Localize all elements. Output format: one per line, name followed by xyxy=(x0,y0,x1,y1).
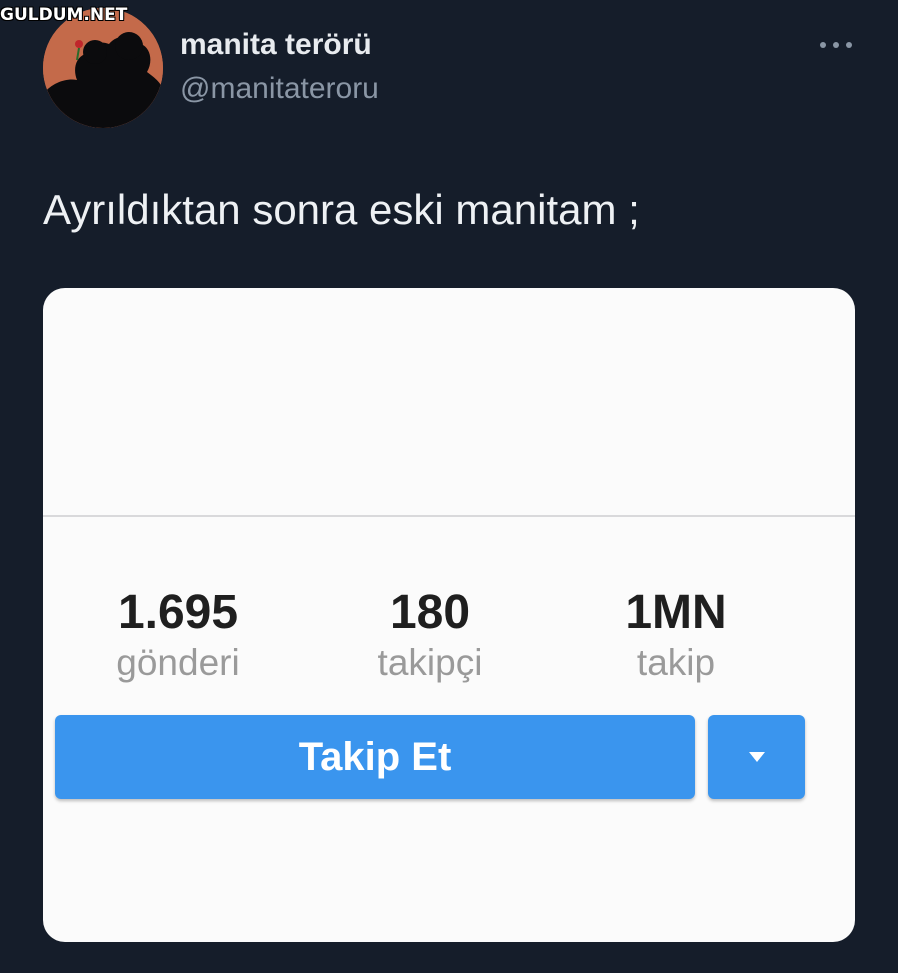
suggestions-dropdown-button[interactable] xyxy=(708,715,805,799)
more-horizontal-icon xyxy=(833,42,839,48)
stat-value: 1MN xyxy=(625,586,727,639)
more-options-button[interactable] xyxy=(818,30,854,58)
stat-value: 180 xyxy=(389,586,471,639)
stat-posts[interactable]: 1.695 gönderi xyxy=(58,586,298,686)
stat-following[interactable]: 1MN takip xyxy=(556,586,796,686)
display-name[interactable]: manita terörü xyxy=(180,28,372,62)
stat-followers[interactable]: 180 takipçi xyxy=(310,586,550,686)
stat-label: takipçi xyxy=(377,642,483,683)
attached-image-card[interactable]: 1.695 gönderi 180 takipçi 1MN takip Taki… xyxy=(43,288,855,942)
user-handle[interactable]: @manitateroru xyxy=(180,72,379,106)
watermark-logo: GULDUM.NET xyxy=(0,5,128,25)
avatar-silhouette-icon xyxy=(43,8,163,128)
divider xyxy=(43,515,855,517)
avatar[interactable] xyxy=(43,8,163,128)
stat-value: 1.695 xyxy=(117,586,239,639)
stat-label: takip xyxy=(636,642,716,683)
tweet-screenshot: GULDUM.NET manita terörü @manitateroru A… xyxy=(0,0,898,973)
more-horizontal-icon xyxy=(846,42,852,48)
follow-button[interactable]: Takip Et xyxy=(55,715,695,799)
tweet-text: Ayrıldıktan sonra eski manitam ; xyxy=(43,186,640,233)
triangle-down-icon xyxy=(748,752,765,762)
stat-label: gönderi xyxy=(116,642,240,683)
more-horizontal-icon xyxy=(820,42,826,48)
